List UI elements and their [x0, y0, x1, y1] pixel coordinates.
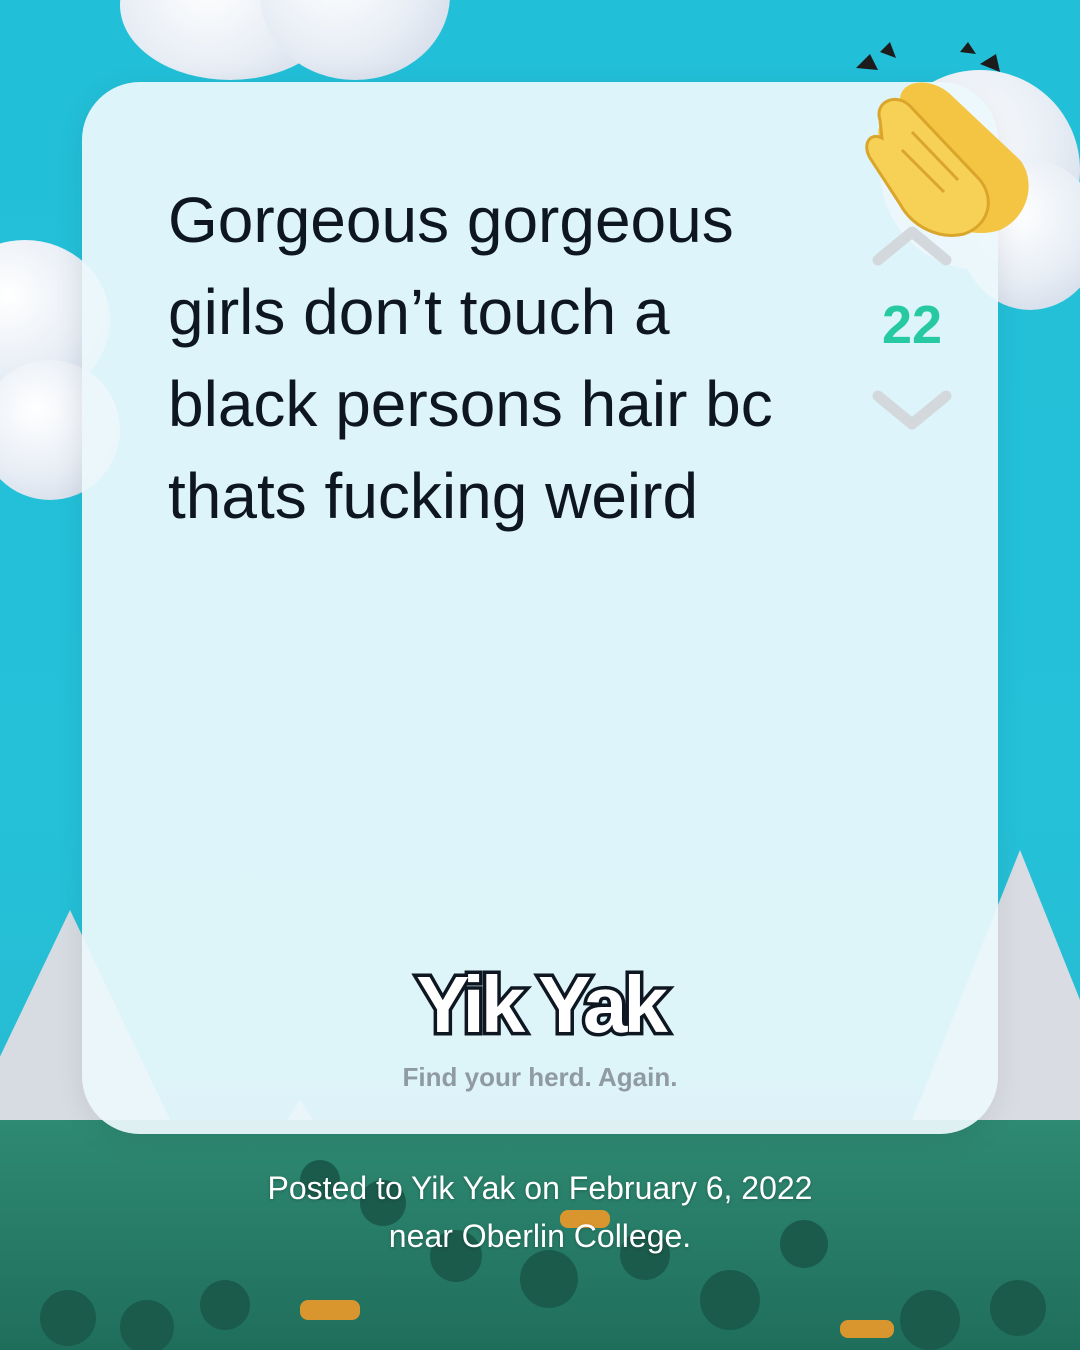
yik-yak-logo: Yik Yak	[413, 957, 676, 1053]
post-text: Gorgeous gorgeous girls don’t touch a bl…	[168, 184, 773, 532]
tree-decoration	[120, 1300, 174, 1350]
post-caption: Posted to Yik Yak on February 6, 2022 ne…	[267, 1170, 813, 1254]
tree-decoration	[40, 1290, 96, 1346]
tree-decoration	[900, 1290, 960, 1350]
post-image: Gorgeous gorgeous girls don’t touch a bl…	[0, 0, 1080, 1350]
vote-control: 22	[862, 222, 962, 442]
clapping-hands-icon	[856, 42, 1029, 237]
tree-decoration	[700, 1270, 760, 1330]
svg-text:Yik Yak: Yik Yak	[416, 960, 668, 1049]
chevron-down-icon[interactable]	[870, 388, 954, 434]
field-decoration	[300, 1300, 360, 1320]
field-decoration	[840, 1320, 894, 1338]
vote-count: 22	[881, 295, 943, 355]
tree-decoration	[200, 1280, 250, 1330]
tagline: Find your herd. Again.	[402, 1062, 678, 1092]
tree-decoration	[990, 1280, 1046, 1336]
